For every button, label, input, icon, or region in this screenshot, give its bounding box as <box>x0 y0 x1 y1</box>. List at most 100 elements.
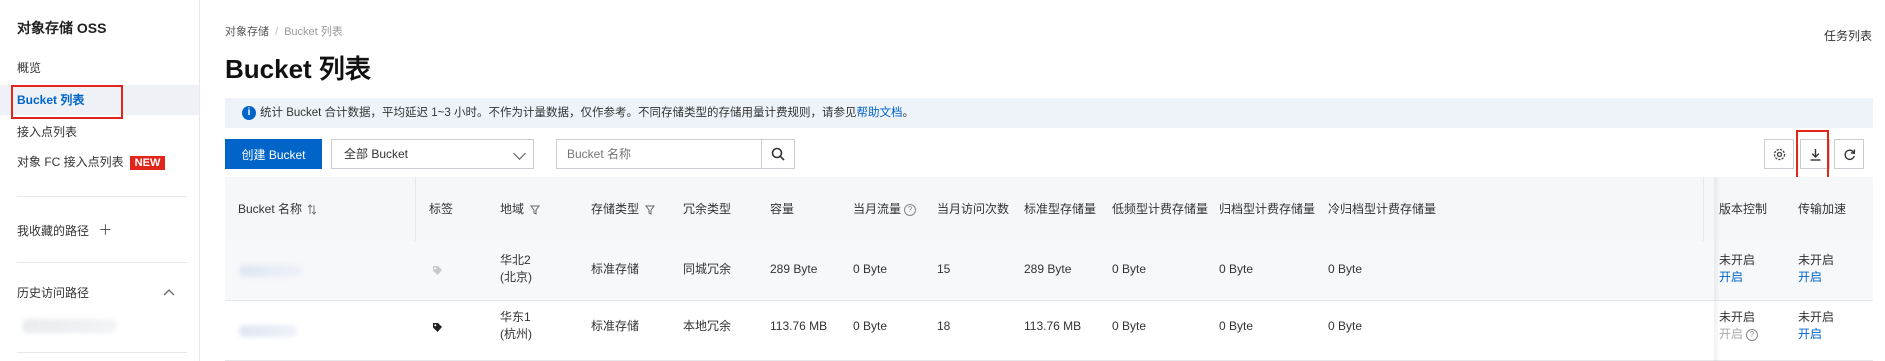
filter-icon[interactable] <box>530 205 541 215</box>
main-content: 对象存储 / Bucket 列表 Bucket 列表 任务列表 i 统计 Bucke… <box>200 0 1885 361</box>
sidebar-item-access-points[interactable]: 接入点列表 <box>0 117 199 147</box>
add-icon[interactable]: ＋ <box>98 222 112 238</box>
breadcrumb-separator: / <box>275 26 279 38</box>
filter-selected-value: 全部 Bucket <box>344 147 409 161</box>
history-item-redacted[interactable] <box>22 319 117 333</box>
enable-acceleration-link[interactable]: 开启 <box>1798 270 1822 284</box>
settings-button[interactable] <box>1764 139 1794 169</box>
tag-icon[interactable] <box>432 265 443 276</box>
region-cell: 华东1 (杭州) <box>500 309 532 343</box>
sidebar-item-overview[interactable]: 概览 <box>0 53 199 83</box>
region-line1: 华北2 <box>500 253 531 267</box>
favorites-section[interactable]: 我收藏的路径 ＋ <box>17 220 112 240</box>
capacity-cell: 289 Byte <box>770 262 818 276</box>
sidebar-item-fc-access-points[interactable]: 对象 FC 接入点列表 NEW <box>0 147 199 177</box>
acceleration-status: 未开启 <box>1798 310 1835 324</box>
archive-storage-cell: 0 Byte <box>1219 262 1254 276</box>
history-label: 历史访问路径 <box>17 286 90 300</box>
highlight-box-bucket-list <box>11 85 123 119</box>
fixed-column-shadow <box>1714 177 1720 361</box>
history-section[interactable]: 历史访问路径 <box>17 284 89 301</box>
header-label: Bucket 名称 <box>238 202 303 216</box>
enable-acceleration-link[interactable]: 开启 <box>1798 327 1822 341</box>
versioning-cell: 未开启 开启? <box>1719 309 1759 343</box>
sidebar: 对象存储 OSS 概览 Bucket 列表 接入点列表 对象 FC 接入点列表 N… <box>0 0 200 361</box>
tag-icon[interactable] <box>432 322 443 333</box>
archive-storage-cell: 0 Byte <box>1219 319 1254 333</box>
gear-icon <box>1773 148 1786 161</box>
monthly-traffic-cell: 0 Byte <box>853 262 888 276</box>
create-bucket-button[interactable]: 创建 Bucket <box>225 139 322 169</box>
monthly-requests-cell: 18 <box>937 319 951 333</box>
notice-text: 统计 Bucket 合计数据，平均延迟 1~3 小时。不作为计量数据，仅作参考。… <box>260 107 857 119</box>
help-doc-link[interactable]: 帮助文档 <box>856 107 902 119</box>
sidebar-item-label: 概览 <box>17 61 42 75</box>
header-label: 存储类型 <box>591 202 640 216</box>
ia-storage-cell: 0 Byte <box>1112 319 1147 333</box>
task-list-link[interactable]: 任务列表 <box>1824 27 1872 44</box>
header-label: 地域 <box>500 202 525 216</box>
header-monthly-traffic: 当月流量? <box>853 201 917 218</box>
notice-suffix: 。 <box>902 107 914 119</box>
monthly-traffic-cell: 0 Byte <box>853 319 888 333</box>
refresh-button[interactable] <box>1834 139 1864 169</box>
bucket-name-redacted[interactable] <box>239 265 303 277</box>
standard-storage-cell: 289 Byte <box>1024 262 1072 276</box>
info-notice: i 统计 Bucket 合计数据，平均延迟 1~3 小时。不作为计量数据，仅作参… <box>225 98 1873 128</box>
breadcrumb-item[interactable]: 对象存储 <box>225 26 269 38</box>
versioning-cell: 未开启 开启 <box>1719 252 1755 286</box>
sidebar-title: 对象存储 OSS <box>17 20 107 36</box>
table-row[interactable]: 华北2 (北京) 标准存储 同城冗余 289 Byte 0 Byte 15 289… <box>225 241 1873 301</box>
header-versioning: 版本控制 <box>1719 202 1768 216</box>
region-line2: (杭州) <box>500 327 532 341</box>
new-badge: NEW <box>129 155 166 170</box>
versioning-status: 未开启 <box>1719 310 1756 324</box>
header-cold-archive-storage: 冷归档型计费存储量 <box>1328 202 1437 216</box>
acceleration-status: 未开启 <box>1798 253 1835 267</box>
redundancy-cell: 同城冗余 <box>683 262 732 276</box>
header-monthly-requests: 当月访问次数 <box>937 202 1010 216</box>
header-capacity: 容量 <box>770 202 795 216</box>
header-redundancy: 冗余类型 <box>683 202 732 216</box>
header-ia-storage: 低频型计费存储量 <box>1112 202 1209 216</box>
sidebar-item-label: 接入点列表 <box>17 125 78 139</box>
divider <box>17 196 187 197</box>
region-cell: 华北2 (北京) <box>500 252 532 286</box>
header-standard-storage: 标准型存储量 <box>1024 202 1097 216</box>
enable-versioning-link[interactable]: 开启 <box>1719 270 1743 284</box>
storage-class-cell: 标准存储 <box>591 262 640 276</box>
bucket-name-redacted[interactable] <box>239 325 297 337</box>
bucket-table: Bucket 名称 标签 地域 存储类型 冗余类型 容量 当月流量? 当月访问次… <box>225 177 1873 361</box>
table-row[interactable]: 华东1 (杭州) 标准存储 本地冗余 113.76 MB 0 Byte 18 11… <box>225 301 1873 361</box>
header-bucket-name[interactable]: Bucket 名称 <box>238 201 317 218</box>
breadcrumb: 对象存储 / Bucket 列表 <box>225 23 343 39</box>
header-archive-storage: 归档型计费存储量 <box>1219 202 1316 216</box>
filter-icon[interactable] <box>645 205 656 215</box>
cold-archive-storage-cell: 0 Byte <box>1328 319 1363 333</box>
header-label: 当月流量 <box>853 202 902 216</box>
refresh-icon <box>1844 149 1856 161</box>
chevron-up-icon[interactable] <box>163 288 175 296</box>
acceleration-cell: 未开启 开启 <box>1798 252 1834 286</box>
divider <box>17 262 187 263</box>
chevron-down-icon <box>513 147 526 160</box>
bucket-search-input[interactable] <box>556 139 762 169</box>
sort-icon[interactable] <box>308 204 317 216</box>
header-region[interactable]: 地域 <box>500 201 541 218</box>
capacity-cell: 113.76 MB <box>770 319 828 333</box>
search-icon <box>771 147 785 161</box>
region-line2: (北京) <box>500 270 532 284</box>
header-tags: 标签 <box>429 202 454 216</box>
versioning-status: 未开启 <box>1719 253 1756 267</box>
header-acceleration: 传输加速 <box>1798 202 1847 216</box>
ia-storage-cell: 0 Byte <box>1112 262 1147 276</box>
breadcrumb-current: Bucket 列表 <box>284 26 343 38</box>
search-button[interactable] <box>761 139 795 169</box>
divider <box>17 352 187 353</box>
help-icon[interactable]: ? <box>1746 328 1759 341</box>
help-icon[interactable]: ? <box>904 203 917 216</box>
redundancy-cell: 本地冗余 <box>683 319 732 333</box>
header-storage-class[interactable]: 存储类型 <box>591 201 656 218</box>
bucket-filter-select[interactable]: 全部 Bucket <box>331 139 534 169</box>
monthly-requests-cell: 15 <box>937 262 951 276</box>
